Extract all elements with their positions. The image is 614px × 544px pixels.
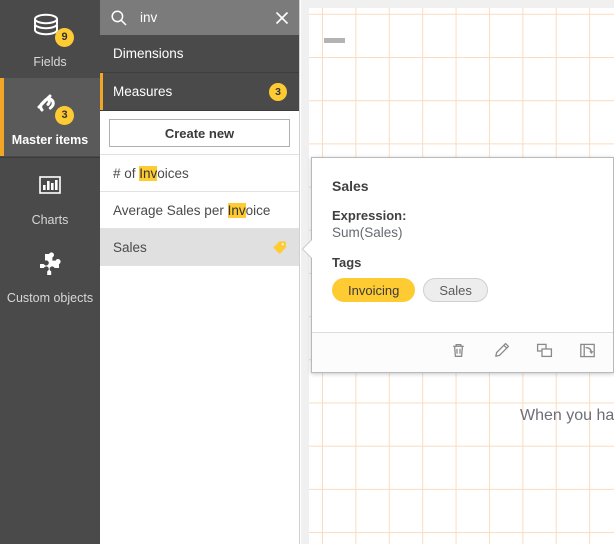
close-icon[interactable] bbox=[273, 9, 291, 27]
expression-value: Sum(Sales) bbox=[332, 225, 593, 240]
link-chain-icon: 3 bbox=[23, 87, 77, 127]
measure-name-prefix: # of bbox=[113, 166, 139, 181]
search-input[interactable]: inv bbox=[140, 10, 273, 25]
search-bar[interactable]: inv bbox=[100, 0, 299, 35]
tags-label: Tags bbox=[332, 255, 593, 270]
section-dimensions[interactable]: Dimensions bbox=[100, 35, 299, 73]
measures-count-badge: 3 bbox=[269, 83, 287, 101]
master-items-panel: inv Dimensions Measures 3 Create new # o… bbox=[100, 0, 300, 544]
section-measures-label: Measures bbox=[113, 84, 269, 99]
rail-item-charts-label: Charts bbox=[2, 213, 98, 228]
section-measures[interactable]: Measures 3 bbox=[100, 73, 299, 111]
bar-chart-icon bbox=[23, 167, 77, 207]
rail-item-custom-objects-label: Custom objects bbox=[2, 291, 98, 306]
rail-item-charts[interactable]: Charts bbox=[0, 158, 100, 236]
duplicate-button[interactable] bbox=[534, 343, 554, 363]
section-dimensions-label: Dimensions bbox=[113, 46, 287, 61]
add-to-sheet-button[interactable] bbox=[577, 343, 597, 363]
expression-label: Expression: bbox=[332, 208, 593, 223]
database-icon: 9 bbox=[23, 9, 77, 49]
tag-icon bbox=[271, 238, 289, 256]
rail-item-fields-label: Fields bbox=[2, 55, 98, 70]
master-item-preview-popover: Sales Expression: Sum(Sales) Tags Invoic… bbox=[311, 157, 614, 373]
create-new-button[interactable]: Create new bbox=[109, 119, 290, 147]
delete-button[interactable] bbox=[448, 343, 468, 363]
list-item[interactable]: Average Sales per Invoice bbox=[100, 191, 299, 229]
measure-name: Sales bbox=[113, 240, 271, 255]
measure-name-suffix: oices bbox=[157, 166, 189, 181]
edit-button[interactable] bbox=[491, 343, 511, 363]
master-items-count-badge: 3 bbox=[55, 106, 74, 125]
list-item[interactable]: # of Invoices bbox=[100, 154, 299, 192]
measure-name: # of Invoices bbox=[113, 166, 289, 181]
sheet-title-placeholder bbox=[324, 38, 345, 43]
list-item[interactable]: Sales bbox=[100, 228, 299, 266]
rail-item-fields[interactable]: 9 Fields bbox=[0, 0, 100, 78]
duplicate-icon bbox=[535, 341, 554, 365]
tag-pill-invoicing[interactable]: Invoicing bbox=[332, 278, 415, 302]
popover-pointer bbox=[303, 240, 312, 258]
sheet-hint-text: When you hav bbox=[520, 407, 614, 425]
measure-name-prefix: Average Sales per bbox=[113, 203, 228, 218]
rail-item-custom-objects[interactable]: Custom objects bbox=[0, 236, 100, 314]
popover-body: Sales Expression: Sum(Sales) Tags Invoic… bbox=[312, 158, 613, 302]
fields-count-badge: 9 bbox=[55, 28, 74, 47]
search-match-highlight: Inv bbox=[228, 203, 246, 218]
puzzle-piece-icon bbox=[23, 245, 77, 285]
popover-action-bar bbox=[312, 332, 613, 372]
search-match-highlight: Inv bbox=[139, 166, 157, 181]
measure-name: Average Sales per Invoice bbox=[113, 203, 289, 218]
add-to-sheet-icon bbox=[578, 341, 597, 365]
rail-item-master-items-label: Master items bbox=[2, 133, 98, 148]
trash-icon bbox=[449, 341, 468, 365]
search-icon bbox=[110, 9, 128, 27]
measure-name-suffix: oice bbox=[246, 203, 271, 218]
tag-pill-sales[interactable]: Sales bbox=[423, 278, 488, 302]
tags-list: Invoicing Sales bbox=[332, 278, 593, 302]
pencil-icon bbox=[492, 341, 511, 365]
rail-item-master-items[interactable]: 3 Master items bbox=[0, 78, 100, 156]
master-items-panel-screen: 9 Fields 3 Master items bbox=[0, 0, 614, 544]
asset-rail: 9 Fields 3 Master items bbox=[0, 0, 100, 544]
popover-title: Sales bbox=[332, 178, 593, 194]
create-new-container: Create new bbox=[100, 111, 299, 155]
